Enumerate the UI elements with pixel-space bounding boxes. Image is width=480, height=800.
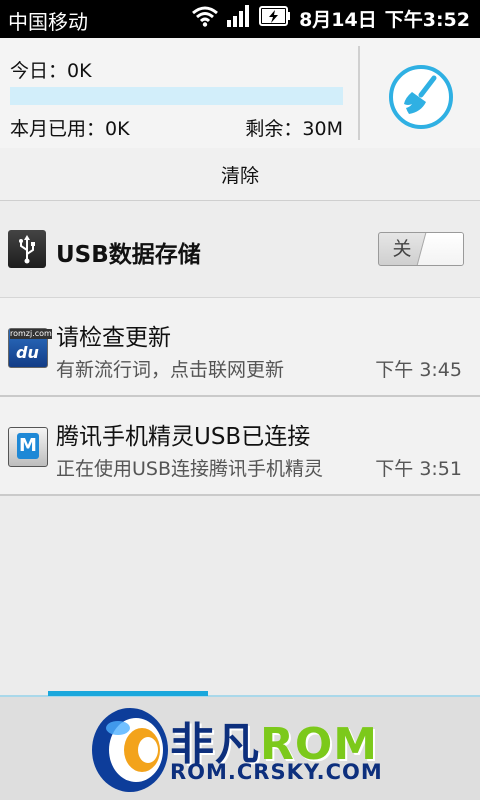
tencent-phone-assistant-icon: M [8,427,48,467]
usb-icon [8,230,46,268]
today-usage: 今日：0K [10,60,92,82]
status-date: 8月14日 [299,9,377,31]
wifi-icon [191,5,219,32]
status-time: 下午3:52 [384,9,470,31]
notification-time: 下午 3:51 [375,458,462,480]
usage-progress-bar [10,87,343,105]
remaining-data: 剩余：30M [245,118,343,140]
handle-indicator[interactable] [48,691,208,696]
usb-storage-toggle[interactable]: 关 [378,232,464,266]
toggle-knob[interactable] [416,233,463,265]
battery-charging-icon [259,6,291,31]
notification-text: 有新流行词，点击联网更新 [56,359,285,381]
notification-time: 下午 3:45 [375,359,462,381]
status-bar: 中国移动 8月14日 下午3:52 [0,0,480,38]
notification-title: 请检查更新 [56,325,171,351]
watermark-url: ROM.CRSKY.COM [170,760,383,784]
usb-storage-row[interactable]: USB数据存储 关 [0,201,480,298]
empty-area [0,496,480,696]
baidu-input-icon: romzj.com du [8,328,52,368]
icon-small-text: romzj.com [10,329,52,339]
status-icons: 8月14日 下午3:52 [191,5,470,32]
notification-title: 腾讯手机精灵USB已连接 [56,424,311,450]
icon-text: M [17,433,39,459]
broom-icon[interactable] [388,64,454,134]
traffic-panel: 今日：0K 本月已用：0K 剩余：30M [0,38,480,149]
usb-storage-label: USB数据存储 [56,242,201,268]
notification-update[interactable]: romzj.com du 请检查更新 有新流行词，点击联网更新 下午 3:45 [0,298,480,397]
carrier-name: 中国移动 [8,10,88,34]
notification-usb-connected[interactable]: M 腾讯手机精灵USB已连接 正在使用USB连接腾讯手机精灵 下午 3:51 [0,397,480,496]
month-usage: 本月已用：0K [10,118,130,140]
icon-text: du [16,343,39,362]
signal-icon [227,5,251,32]
clear-button[interactable]: 清除 [0,148,480,201]
notification-text: 正在使用USB连接腾讯手机精灵 [56,458,324,480]
clear-button-label: 清除 [220,164,259,187]
divider [358,46,360,140]
